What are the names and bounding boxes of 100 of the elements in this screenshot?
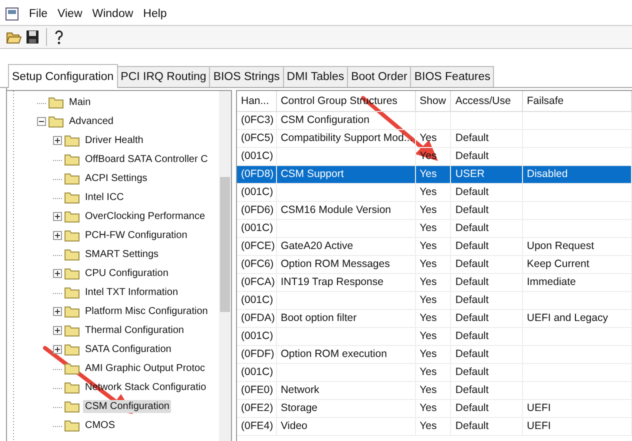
table-cell: Yes [420,222,437,234]
table-cell: CSM Configuration [280,114,370,126]
table-cell: Default [455,276,489,288]
tree-item[interactable]: Main [67,96,93,109]
table-cell: Yes [420,294,437,306]
table-cell: (001C) [241,366,274,378]
menu-item[interactable]: Help [143,8,167,20]
table-cell: Yes [420,312,437,324]
column-header[interactable]: Failsafe [522,91,632,111]
tree-item[interactable]: Advanced [67,115,116,128]
folder-icon [64,419,80,432]
tab[interactable]: BIOS Features [410,66,494,87]
tree-item[interactable]: PCH-FW Configuration [83,229,190,242]
app-icon [5,7,19,21]
table-cell: Disabled [526,168,568,180]
folder-icon [64,324,80,337]
table-cell: (0FC6) [241,258,274,270]
tree-item[interactable]: Platform Misc Configuration [83,305,210,318]
table-cell: (0FCA) [241,276,275,288]
table-cell: Yes [420,186,437,198]
table-cell: (0FCE) [241,240,275,252]
column-header[interactable]: Han... [237,91,277,111]
tree-item[interactable]: CMOS [83,419,117,432]
tree-item[interactable]: Thermal Configuration [83,324,186,337]
expander-icon[interactable] [53,212,62,221]
folder-icon [64,210,80,223]
tree-item[interactable]: AMI Graphic Output Protoc [83,362,208,375]
tree-item[interactable]: CSM Configuration [83,400,172,413]
expander-icon[interactable] [53,345,62,354]
expander-icon[interactable] [53,326,62,335]
menu-item[interactable]: File [29,8,48,20]
table-cell: (0FE0) [241,384,274,396]
table-cell: (001C) [241,294,274,306]
tab[interactable]: PCI IRQ Routing [116,66,210,87]
expander-icon[interactable] [37,117,46,126]
table-cell: Default [455,420,489,432]
folder-icon [64,134,80,147]
table-cell: (0FE4) [241,420,274,432]
tree-item[interactable]: OverClocking Performance [83,210,208,223]
table-cell: Upon Request [526,240,594,252]
column-header[interactable]: Access/Use [451,91,523,111]
table-cell: Network [280,384,320,396]
folder-icon [64,153,80,166]
table-cell: (0FD8) [241,168,274,180]
table-cell: (0FC3) [241,114,274,126]
folder-icon [64,343,80,356]
table-cell: Keep Current [526,258,590,270]
table-cell: Immediate [526,276,576,288]
tab[interactable]: Boot Order [347,66,412,87]
table-cell: Default [455,258,489,270]
table-cell: (001C) [241,150,274,162]
folder-icon [64,400,80,413]
table-cell: (001C) [241,186,274,198]
selected-row[interactable]: (0FD8) CSM Support Yes USER Disabled [237,166,632,184]
tree-item[interactable]: Intel ICC [83,191,126,204]
table-cell: (0FD6) [241,204,274,216]
table-cell: UEFI and Legacy [526,312,608,324]
tree-item[interactable]: Intel TXT Information [83,286,180,299]
table-cell: Storage [280,402,318,414]
table-cell: Default [455,366,489,378]
table-cell: USER [455,168,485,180]
table-cell: (0FE2) [241,402,274,414]
table-cell: Default [455,384,489,396]
scrollbar[interactable] [219,91,231,441]
table-cell: Default [455,294,489,306]
tree-item[interactable]: SATA Configuration [83,343,174,356]
folder-icon [64,191,80,204]
folder-icon [64,286,80,299]
folder-icon [64,381,80,394]
tree-item[interactable]: Driver Health [83,134,146,147]
table-cell: Default [455,150,489,162]
menu-item[interactable]: View [58,8,82,20]
table-cell: CSM Support [280,168,344,180]
expander-icon[interactable] [53,307,62,316]
table-cell: (0FDF) [241,348,274,360]
save-icon[interactable] [26,30,39,44]
tree-item[interactable]: OffBoard SATA Controller C [83,153,210,166]
folder-icon [64,362,80,375]
table-cell: Default [455,132,489,144]
expander-icon[interactable] [53,269,62,278]
folder-icon [64,248,80,261]
expander-icon[interactable] [53,136,62,145]
table-cell: Option ROM execution [280,348,387,360]
folder-icon [48,115,64,128]
table-cell: Default [455,348,489,360]
table-cell: (0FC5) [241,132,274,144]
table-cell: Yes [420,240,437,252]
expander-icon[interactable] [53,231,62,240]
table-cell: (0FDA) [241,312,275,324]
help-icon[interactable] [54,30,64,44]
tree-item[interactable]: SMART Settings [83,248,161,261]
tree-item[interactable]: CPU Configuration [83,267,170,280]
menu-item[interactable]: Window [92,8,134,20]
open-folder-icon[interactable] [6,30,22,44]
tree-item[interactable]: ACPI Settings [83,172,150,185]
table-cell: Yes [420,276,437,288]
tab[interactable]: Setup Configuration [8,64,118,88]
column-header[interactable]: Show [416,91,452,111]
tab[interactable]: BIOS Strings [209,66,284,87]
tab[interactable]: DMI Tables [282,66,348,87]
